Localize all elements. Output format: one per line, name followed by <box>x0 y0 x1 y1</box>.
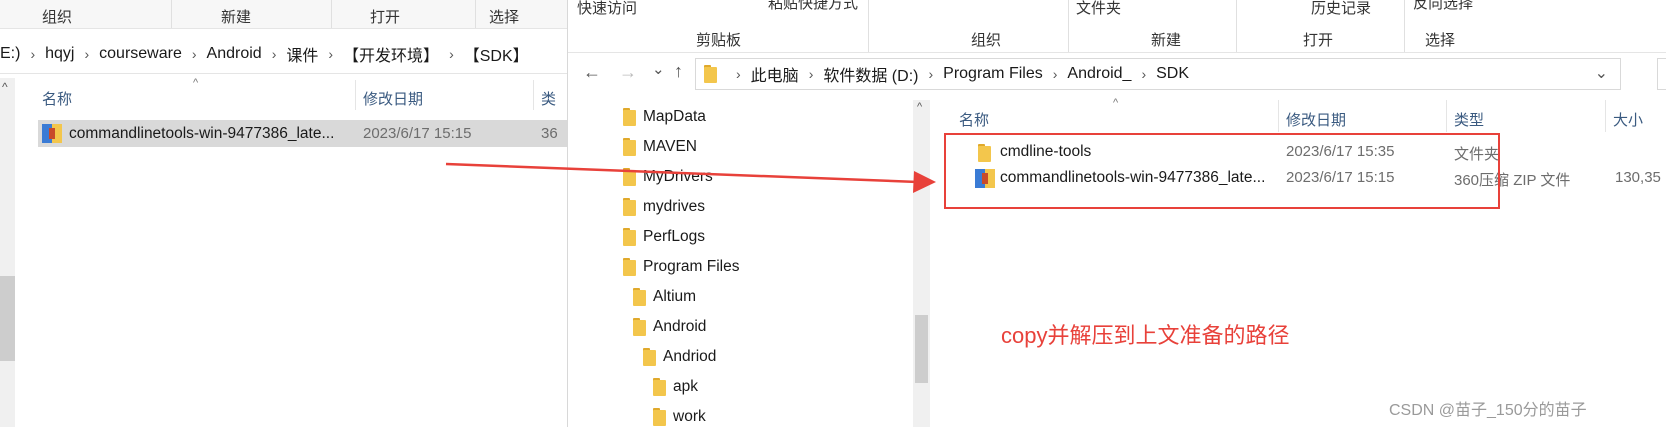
arrowhead-icon <box>913 171 936 193</box>
arrow-annotation <box>445 162 936 193</box>
arrow-line <box>445 162 919 184</box>
